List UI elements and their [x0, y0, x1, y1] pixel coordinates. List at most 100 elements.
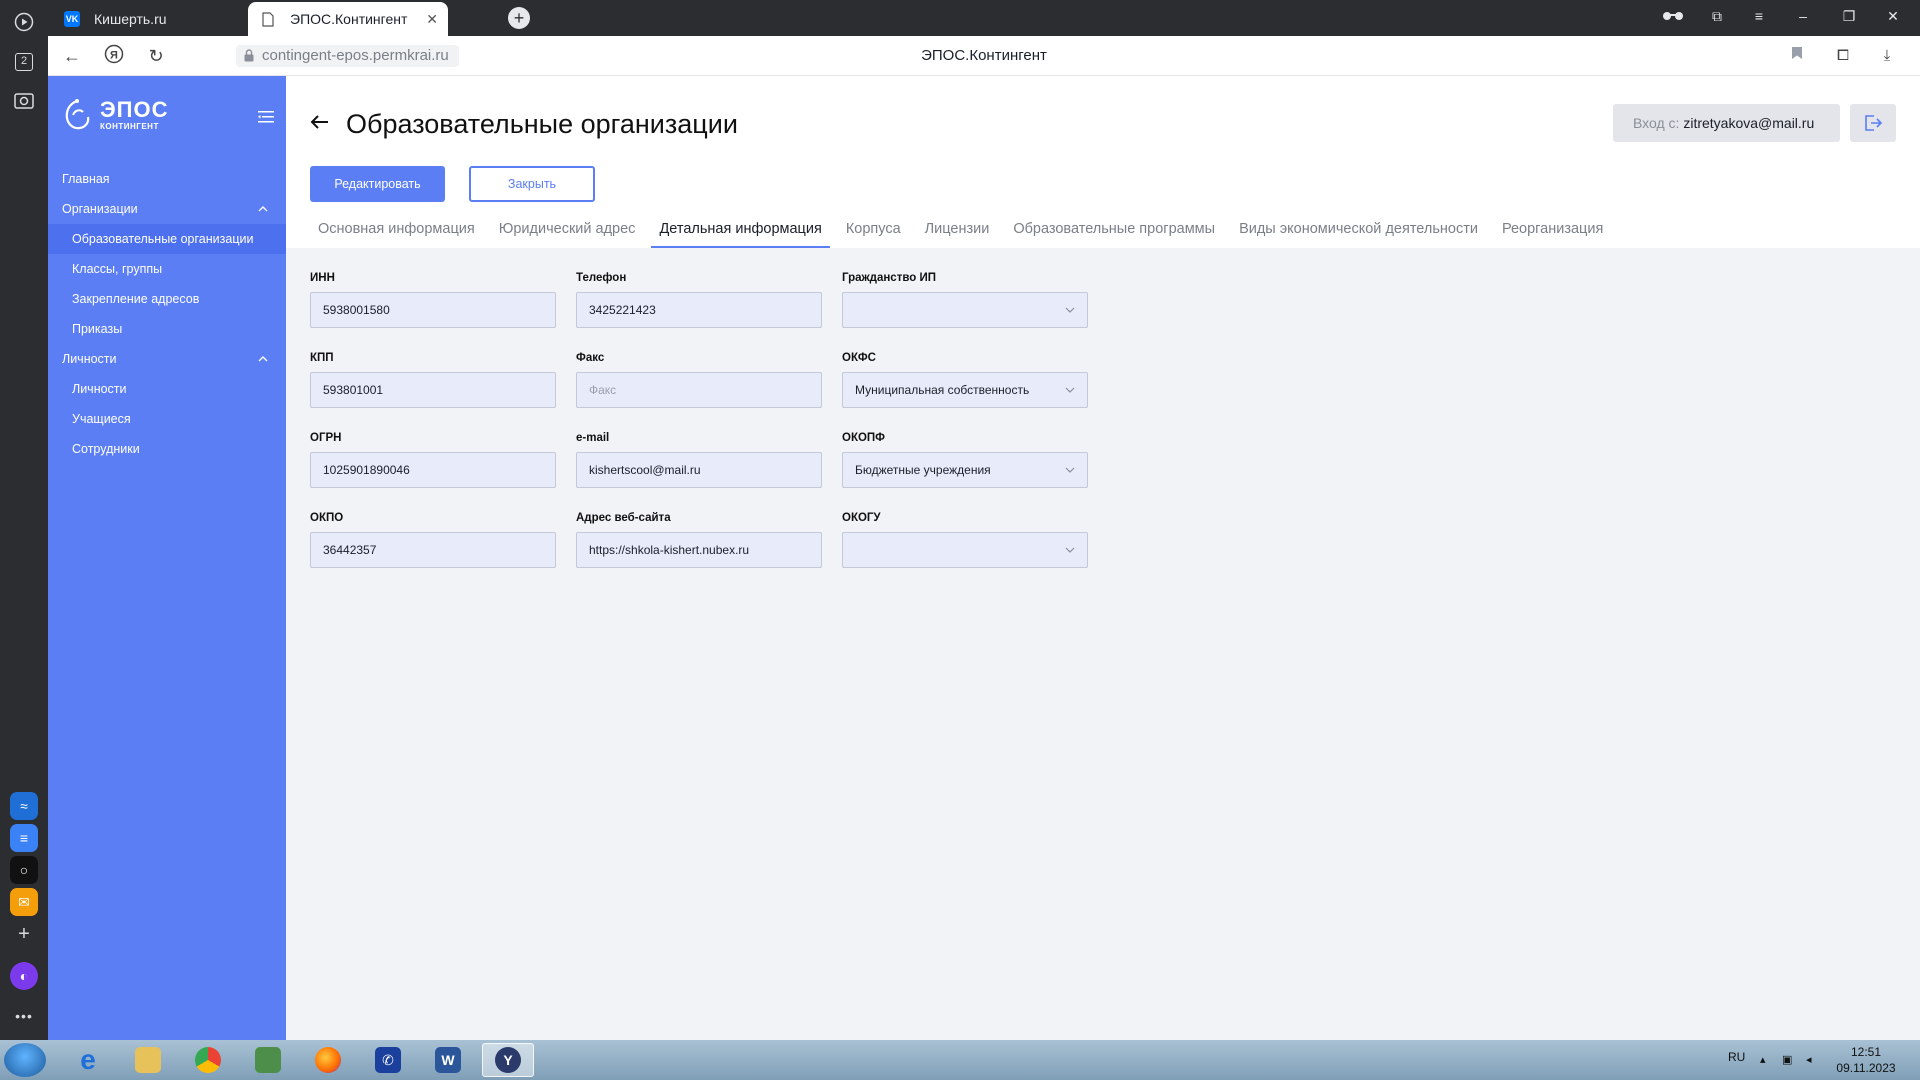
ogrn-input[interactable]: 1025901890046	[310, 452, 556, 488]
website-field-group: Адрес веб-сайта https://shkola-kishert.n…	[576, 512, 822, 568]
address-bar: ← Я ↻ contingent-epos.permkrai.ru ЭПОС.К…	[48, 36, 1920, 76]
okfs-value: Муниципальная собственность	[855, 383, 1030, 397]
edit-button[interactable]: Редактировать	[310, 166, 445, 202]
okfs-select[interactable]: Муниципальная собственность	[842, 372, 1088, 408]
taskbar-word[interactable]: W	[422, 1043, 474, 1077]
logo-icon	[65, 99, 90, 130]
back-arrow-icon[interactable]	[310, 114, 330, 130]
volume-icon[interactable]: ◂	[1806, 1053, 1820, 1067]
tab-economic-activities[interactable]: Виды экономической деятельности	[1231, 210, 1486, 248]
sidebar-item-students[interactable]: Учащиеся	[48, 404, 286, 434]
phone-input[interactable]: 3425221423	[576, 292, 822, 328]
extensions-icon[interactable]: ⧠	[1832, 45, 1854, 67]
system-clock[interactable]: 12:51 09.11.2023	[1830, 1044, 1902, 1076]
tab-legal-address[interactable]: Юридический адрес	[491, 210, 644, 248]
logout-button[interactable]	[1850, 104, 1896, 142]
tab-detailed-info[interactable]: Детальная информация	[651, 210, 831, 248]
website-input[interactable]: https://shkola-kishert.nubex.ru	[576, 532, 822, 568]
menu-icon[interactable]: ≡	[1748, 8, 1770, 24]
taskbar-chrome[interactable]	[182, 1043, 234, 1077]
close-window-icon[interactable]: ✕	[1882, 8, 1904, 25]
mail-app-icon[interactable]: ✉	[10, 888, 38, 916]
url-field[interactable]: contingent-epos.permkrai.ru	[236, 45, 459, 67]
sidebar-item-label: Главная	[62, 172, 110, 186]
tab-licenses[interactable]: Лицензии	[917, 210, 998, 248]
network-icon[interactable]: ▣	[1782, 1053, 1796, 1067]
okopf-field-group: ОКОПФ Бюджетные учреждения	[842, 432, 1088, 488]
notes-icon[interactable]: ≡	[10, 824, 38, 852]
rail-app-icon-1[interactable]: ≈	[10, 792, 38, 820]
clock-date: 09.11.2023	[1836, 1061, 1896, 1075]
photo-viewer-icon	[255, 1047, 281, 1073]
logo[interactable]: ЭПОС КОНТИНГЕНТ	[62, 98, 168, 132]
browser-tab-epos[interactable]: ЭПОС.Контингент ✕	[248, 2, 448, 36]
reading-mode-icon[interactable]	[1662, 8, 1684, 24]
sidebar-item-employees[interactable]: Сотрудники	[48, 434, 286, 464]
play-icon[interactable]	[12, 10, 36, 34]
sidebar-item-label: Личности	[62, 352, 117, 366]
browser-side-rail: 2 ≈ ≡ ○ ✉ + ◐ •••	[0, 0, 48, 1040]
fax-input[interactable]: Факс	[576, 372, 822, 408]
close-button[interactable]: Закрыть	[469, 166, 595, 202]
email-input[interactable]: kishertscool@mail.ru	[576, 452, 822, 488]
logout-icon	[1865, 115, 1883, 131]
citizenship-select[interactable]	[842, 292, 1088, 328]
tab-counter-button[interactable]: 2	[12, 50, 36, 74]
screenshot-icon[interactable]	[12, 88, 36, 112]
browser-tab-kishert[interactable]: VK Кишерть.ru	[52, 2, 248, 36]
okogu-select[interactable]	[842, 532, 1088, 568]
sidebar-item-address-assignment[interactable]: Закрепление адресов	[48, 284, 286, 314]
inn-input[interactable]: 5938001580	[310, 292, 556, 328]
sidebar-item-orders[interactable]: Приказы	[48, 314, 286, 344]
new-tab-button[interactable]: +	[508, 7, 530, 29]
add-app-icon[interactable]: +	[12, 922, 36, 946]
taskbar-phone[interactable]: ✆	[362, 1043, 414, 1077]
close-tab-icon[interactable]: ✕	[426, 11, 438, 28]
yandex-icon[interactable]: Я	[102, 44, 126, 68]
email-label: e-mail	[576, 432, 610, 444]
circle-app-icon[interactable]: ○	[10, 856, 38, 884]
phone-field-group: Телефон 3425221423	[576, 272, 822, 328]
browser-tab-label: ЭПОС.Контингент	[290, 11, 408, 27]
language-indicator[interactable]: RU	[1728, 1050, 1745, 1064]
okpo-input[interactable]: 36442357	[310, 532, 556, 568]
tab-main-info[interactable]: Основная информация	[310, 210, 483, 248]
sidebar-item-educational-organizations[interactable]: Образовательные организации	[48, 224, 286, 254]
collections-icon[interactable]: ⧉	[1706, 8, 1728, 25]
url-text: contingent-epos.permkrai.ru	[262, 47, 449, 64]
sidebar-item-persons[interactable]: Личности	[48, 374, 286, 404]
reload-icon[interactable]: ↻	[144, 44, 168, 68]
more-icon[interactable]: •••	[12, 1004, 36, 1028]
taskbar-firefox[interactable]	[302, 1043, 354, 1077]
tab-educational-programs[interactable]: Образовательные программы	[1005, 210, 1223, 248]
chevron-down-icon	[1065, 387, 1075, 393]
restore-icon[interactable]: ❐	[1838, 8, 1860, 25]
page-title: Образовательные организации	[346, 109, 738, 139]
tray-expand-icon[interactable]: ▴	[1760, 1053, 1774, 1067]
sidebar-item-label: Личности	[72, 382, 127, 396]
download-icon[interactable]: ⤓	[1876, 45, 1898, 67]
alice-icon[interactable]: ◐	[10, 962, 38, 990]
chrome-icon	[195, 1047, 221, 1073]
bookmark-icon[interactable]	[1786, 45, 1808, 67]
tab-buildings[interactable]: Корпуса	[838, 210, 909, 248]
taskbar-yandex-browser[interactable]: Y	[482, 1043, 534, 1077]
minimize-icon[interactable]: –	[1792, 8, 1814, 24]
kpp-input[interactable]: 593801001	[310, 372, 556, 408]
login-info: Вход с: zitretyakova@mail.ru	[1613, 104, 1840, 142]
tab-reorganization[interactable]: Реорганизация	[1494, 210, 1611, 248]
sidebar-item-classes-groups[interactable]: Классы, группы	[48, 254, 286, 284]
sidebar-item-organizations[interactable]: Организации	[48, 194, 286, 224]
taskbar-ie[interactable]: e	[62, 1043, 114, 1077]
back-icon[interactable]: ←	[60, 44, 84, 68]
taskbar-photos[interactable]	[242, 1043, 294, 1077]
login-email: zitretyakova@mail.ru	[1683, 115, 1815, 131]
okopf-select[interactable]: Бюджетные учреждения	[842, 452, 1088, 488]
collapse-menu-icon[interactable]	[258, 110, 274, 124]
sidebar-item-persons-group[interactable]: Личности	[48, 344, 286, 374]
start-button[interactable]	[4, 1043, 46, 1077]
sidebar-item-home[interactable]: Главная	[48, 164, 286, 194]
okpo-field-group: ОКПО 36442357	[310, 512, 556, 568]
yandex-browser-icon: Y	[495, 1047, 521, 1073]
taskbar-explorer[interactable]	[122, 1043, 174, 1077]
